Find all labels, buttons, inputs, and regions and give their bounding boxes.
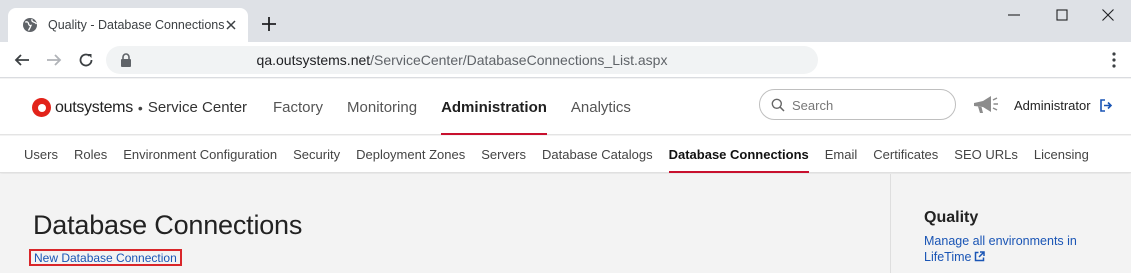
app-header: outsystems • Service Center Factory Moni… — [0, 79, 1131, 135]
browser-toolbar: qa.outsystems.net/ServiceCenter/Database… — [0, 42, 1131, 78]
subnav-servers[interactable]: Servers — [481, 136, 526, 173]
minimize-icon[interactable] — [1006, 7, 1022, 23]
address-bar[interactable]: qa.outsystems.net/ServiceCenter/Database… — [106, 46, 818, 74]
search-box[interactable] — [759, 89, 956, 120]
nav-factory[interactable]: Factory — [273, 79, 323, 135]
sub-nav: Users Roles Environment Configuration Se… — [0, 136, 1131, 173]
browser-tab-bar: Quality - Database Connections — [0, 0, 1131, 42]
browser-tab[interactable]: Quality - Database Connections — [8, 8, 248, 42]
reload-icon[interactable] — [77, 51, 95, 69]
user-name[interactable]: Administrator — [1014, 98, 1091, 113]
subnav-database-catalogs[interactable]: Database Catalogs — [542, 136, 653, 173]
url-path: /ServiceCenter/DatabaseConnections_List.… — [370, 52, 668, 68]
subnav-email[interactable]: Email — [825, 136, 858, 173]
brand-separator: • — [137, 99, 143, 116]
tab-title: Quality - Database Connections — [48, 18, 225, 32]
subnav-roles[interactable]: Roles — [74, 136, 107, 173]
back-icon[interactable] — [13, 51, 31, 69]
external-link-icon — [975, 251, 986, 262]
subnav-security[interactable]: Security — [293, 136, 340, 173]
subnav-certificates[interactable]: Certificates — [873, 136, 938, 173]
url-text: qa.outsystems.net/ServiceCenter/Database… — [106, 52, 818, 68]
search-input[interactable] — [792, 96, 942, 114]
environment-sidebar: Quality Manage all environments in LifeT… — [891, 174, 1131, 273]
environment-name: Quality — [924, 209, 979, 226]
close-icon[interactable] — [224, 18, 238, 32]
outsystems-logo-mark — [32, 98, 51, 117]
nav-analytics[interactable]: Analytics — [571, 79, 631, 135]
product-name: Service Center — [147, 99, 248, 116]
lifetime-link-text[interactable]: Manage all environments in LifeTime — [924, 234, 1077, 264]
url-host: qa.outsystems.net — [256, 52, 371, 68]
plus-icon[interactable] — [260, 15, 278, 33]
forward-icon[interactable] — [45, 51, 63, 69]
subnav-deployment-zones[interactable]: Deployment Zones — [356, 136, 465, 173]
outsystems-logo[interactable]: outsystems • Service Center — [32, 98, 247, 117]
main-content: Database Connections New Database Connec… — [0, 174, 891, 273]
nav-administration[interactable]: Administration — [441, 79, 547, 135]
logout-icon[interactable] — [1099, 99, 1113, 112]
search-icon — [771, 98, 785, 112]
subnav-seo-urls[interactable]: SEO URLs — [954, 136, 1018, 173]
maximize-icon[interactable] — [1054, 7, 1070, 23]
globe-icon — [23, 18, 38, 32]
megaphone-icon[interactable] — [971, 93, 999, 117]
main-nav: Factory Monitoring Administration Analyt… — [273, 79, 655, 135]
subnav-database-connections[interactable]: Database Connections — [668, 136, 809, 173]
page-title: Database Connections — [33, 210, 303, 240]
kebab-menu-icon[interactable] — [1111, 52, 1117, 68]
subnav-users[interactable]: Users — [24, 136, 58, 173]
subnav-environment-configuration[interactable]: Environment Configuration — [123, 136, 277, 173]
nav-monitoring[interactable]: Monitoring — [347, 79, 417, 135]
lifetime-link[interactable]: Manage all environments in LifeTime — [924, 233, 1104, 265]
brand-name: outsystems — [55, 98, 133, 116]
new-database-connection-link[interactable]: New Database Connection — [29, 249, 182, 266]
close-window-icon[interactable] — [1100, 7, 1116, 23]
subnav-licensing[interactable]: Licensing — [1034, 136, 1089, 173]
